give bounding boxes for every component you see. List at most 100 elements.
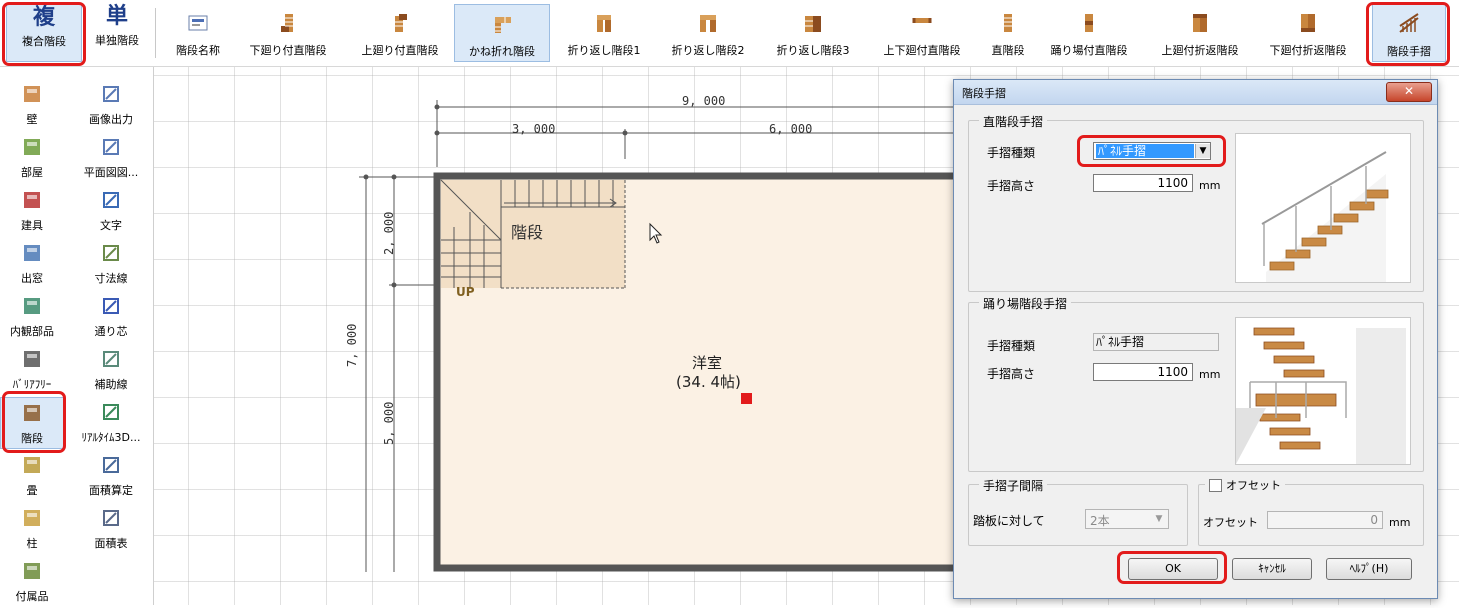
- grid-line-icon: [100, 295, 122, 317]
- area-calc-tool[interactable]: 面積算定: [72, 450, 150, 502]
- dim-bottom-height: 5, 000: [382, 401, 396, 445]
- tool-label: 通り芯: [94, 325, 128, 338]
- grid-line-tool[interactable]: 通り芯: [72, 291, 150, 343]
- tool-label: 出窓: [21, 272, 43, 285]
- column-tool[interactable]: 柱: [0, 503, 64, 555]
- tool-label: 平面図図...: [83, 166, 139, 179]
- bay-window-tool[interactable]: 出窓: [0, 238, 64, 290]
- bay-window-icon: [21, 242, 43, 264]
- fitting-tool[interactable]: 建具: [0, 185, 64, 237]
- lower-turn-straight-stair-icon: [275, 10, 301, 36]
- accessory-tool[interactable]: 付属品: [0, 556, 64, 608]
- offset-input[interactable]: 0: [1267, 511, 1383, 529]
- switchback-stair-2-button[interactable]: 折り返し階段2: [662, 4, 754, 62]
- stair-name-icon: [185, 10, 211, 36]
- landing-straight-stair-icon: [1076, 10, 1102, 36]
- baluster-spacing-group-title: 手摺子間隔: [979, 477, 1048, 494]
- upper-turn-switchback-stair-button[interactable]: 上廻付折返階段: [1150, 4, 1250, 62]
- interior-part-icon: [21, 295, 43, 317]
- close-button[interactable]: ✕: [1386, 82, 1432, 102]
- dim-left-width: 3, 000: [512, 122, 556, 136]
- switchback-stair-3-icon: [800, 10, 826, 36]
- single-stair-icon: 単: [105, 3, 128, 29]
- column-icon: [21, 507, 43, 529]
- landing-handrail-preview: [1235, 317, 1411, 465]
- plan-drawing-tool[interactable]: 平面図図...: [72, 132, 150, 184]
- highlight-straight-type-select: [1077, 135, 1226, 167]
- auxiliary-line-icon: [100, 348, 122, 370]
- baluster-spacing-label: 踏板に対して: [973, 514, 1045, 528]
- offset-checkbox-label: オフセット: [1226, 479, 1281, 492]
- straight-height-input[interactable]: 1100: [1093, 174, 1193, 192]
- auxiliary-line-tool[interactable]: 補助線: [72, 344, 150, 396]
- cancel-button[interactable]: ｷｬﾝｾﾙ: [1232, 558, 1312, 580]
- barrier-free-icon: [21, 348, 43, 370]
- text-icon: [100, 189, 122, 211]
- wall-tool[interactable]: 壁: [0, 79, 64, 131]
- tatami-tool[interactable]: 畳: [0, 450, 64, 502]
- upper-turn-straight-stair-button[interactable]: 上廻り付直階段: [352, 4, 448, 62]
- up-label: UP: [456, 285, 475, 299]
- dim-top-height: 2, 000: [382, 211, 396, 255]
- tool-label: ﾊﾞﾘｱﾌﾘｰ: [12, 378, 52, 391]
- offset-label: オフセット: [1203, 516, 1258, 529]
- tool-label: 内観部品: [10, 325, 54, 338]
- landing-type-display: ﾊﾟﾈﾙ手摺: [1093, 333, 1219, 351]
- tool-label: 画像出力: [89, 113, 133, 126]
- straight-stair-button[interactable]: 直階段: [980, 4, 1036, 62]
- straight-height-unit: mm: [1199, 179, 1221, 192]
- highlight-ok-button: [1117, 551, 1227, 584]
- image-export-tool[interactable]: 画像出力: [72, 79, 150, 131]
- tool-label: 面積算定: [89, 484, 133, 497]
- landing-height-input[interactable]: 1100: [1093, 363, 1193, 381]
- landing-handrail-group-title: 踊り場階段手摺: [979, 295, 1072, 312]
- tool-label: 補助線: [94, 378, 128, 391]
- dialog-titlebar[interactable]: 階段手摺 ✕: [954, 80, 1437, 105]
- room-name: 洋室: [692, 354, 723, 372]
- tatami-icon: [21, 454, 43, 476]
- upper-turn-straight-stair-icon: [387, 10, 413, 36]
- landing-type-label: 手摺種類: [987, 339, 1036, 353]
- accessory-icon: [21, 560, 43, 582]
- tool-label: 建具: [21, 219, 43, 232]
- tool-label: 面積表: [94, 537, 128, 550]
- area-table-tool[interactable]: 面積表: [72, 503, 150, 555]
- upper-lower-turn-straight-stair-button[interactable]: 上下廻付直階段: [872, 4, 972, 62]
- room-tool[interactable]: 部屋: [0, 132, 64, 184]
- dimension-line-tool[interactable]: 寸法線: [72, 238, 150, 290]
- dim-right-width: 6, 000: [769, 122, 813, 136]
- landing-handrail-group: 踊り場階段手摺 手摺種類 ﾊﾟﾈﾙ手摺 手摺高さ 1100 mm: [968, 295, 1424, 472]
- tool-label: 柱: [26, 537, 38, 550]
- wall-icon: [21, 83, 43, 105]
- tool-label: ﾘｱﾙﾀｲﾑ3D...: [81, 431, 141, 444]
- baluster-spacing-value: 2本: [1090, 514, 1110, 528]
- l-shaped-stair-button[interactable]: かね折れ階段: [454, 4, 550, 62]
- single-stair-button[interactable]: 単 単独階段: [86, 4, 148, 62]
- landing-straight-stair-button[interactable]: 踊り場付直階段: [1040, 4, 1138, 62]
- text-tool[interactable]: 文字: [72, 185, 150, 237]
- baluster-spacing-select[interactable]: 2本 ▼: [1085, 509, 1169, 529]
- interior-part-tool[interactable]: 内観部品: [0, 291, 64, 343]
- upper-turn-switchback-stair-icon: [1187, 10, 1213, 36]
- stair-name-button[interactable]: 階段名称: [166, 4, 230, 62]
- realtime-3d-tool[interactable]: ﾘｱﾙﾀｲﾑ3D...: [72, 397, 150, 449]
- lower-turn-switchback-stair-button[interactable]: 下廻付折返階段: [1258, 4, 1358, 62]
- tool-label: 文字: [100, 219, 122, 232]
- toolbar-separator: [155, 8, 156, 58]
- barrier-free-tool[interactable]: ﾊﾞﾘｱﾌﾘｰ: [0, 344, 64, 396]
- landing-height-unit: mm: [1199, 368, 1221, 381]
- offset-unit: mm: [1389, 516, 1411, 529]
- landing-height-label: 手摺高さ: [987, 367, 1036, 381]
- straight-handrail-preview: [1235, 133, 1411, 283]
- offset-group: オフセット オフセット 0 mm: [1198, 477, 1424, 546]
- offset-checkbox-row[interactable]: オフセット: [1205, 477, 1285, 493]
- switchback-stair-1-button[interactable]: 折り返し階段1: [558, 4, 650, 62]
- switchback-stair-3-button[interactable]: 折り返し階段3: [766, 4, 860, 62]
- tool-label: 壁: [26, 113, 38, 126]
- tool-label: 寸法線: [94, 272, 128, 285]
- tool-label: 畳: [26, 484, 38, 497]
- offset-checkbox[interactable]: [1209, 478, 1222, 492]
- help-button[interactable]: ﾍﾙﾌﾟ(H): [1326, 558, 1412, 580]
- lower-turn-straight-stair-button[interactable]: 下廻り付直階段: [240, 4, 336, 62]
- upper-lower-turn-straight-stair-icon: [909, 10, 935, 36]
